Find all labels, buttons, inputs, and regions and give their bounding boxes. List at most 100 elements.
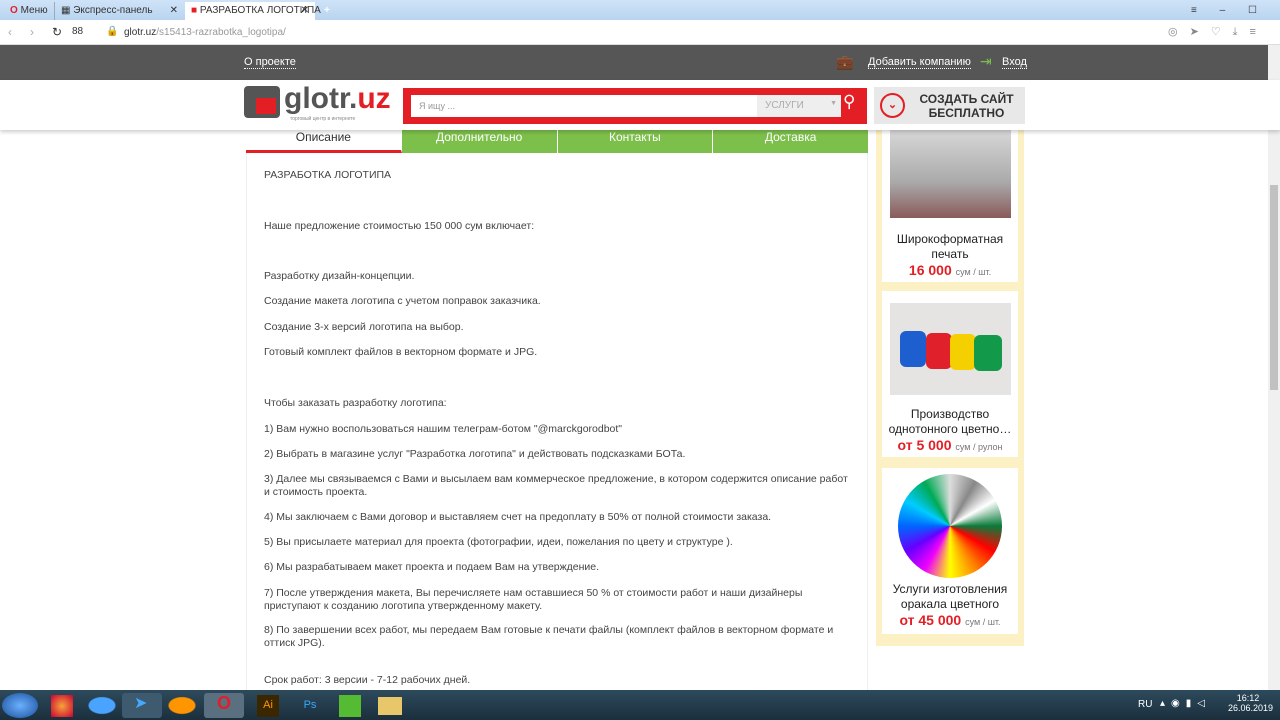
app-icon[interactable] [82, 693, 122, 718]
url-field[interactable]: glotr.uz/s15413-razrabotka_logotipa/ [124, 27, 286, 38]
content-heading: РАЗРАБОТКА ЛОГОТИПА [264, 169, 392, 181]
content-paragraph: Создание макета логотипа с учетом поправ… [264, 295, 541, 307]
content-paragraph: 1) Вам нужно воспользоваться нашим телег… [264, 423, 623, 435]
grid-icon: ▦ [61, 5, 71, 16]
content-paragraph: 3) Далее мы связываемся с Вами и высылае… [264, 473, 848, 498]
content-paragraph: Чтобы заказать разработку логотипа: [264, 397, 447, 409]
product-price: от 45 000 сум / шт. [882, 612, 1018, 628]
content-paragraph: 7) После утверждения макета, Вы перечисл… [264, 587, 803, 612]
close-icon[interactable]: ✕ [170, 5, 178, 16]
content-paragraph: Готовый комплект файлов в векторном форм… [264, 346, 538, 358]
category-select[interactable]: УСЛУГИ ▼ [757, 95, 841, 117]
product-title: Широкоформатная печать [896, 232, 1004, 261]
search-bar: Я ищу ... УСЛУГИ ▼ ⚲ [403, 88, 867, 124]
chevron-down-icon: ▼ [830, 100, 837, 107]
content-paragraph: Наше предложение стоимостью 150 000 сум … [264, 220, 535, 232]
search-icon[interactable]: ⚲ [843, 92, 855, 112]
price-unit: сум / шт. [965, 617, 1001, 627]
tab-active[interactable]: ■ РАЗРАБОТКА ЛОГОТИПА ✕ [185, 2, 321, 20]
scrollbar[interactable] [1268, 45, 1280, 690]
tab-additional[interactable]: Дополнительно [401, 126, 558, 153]
opera-icon: O [10, 5, 18, 16]
login-icon: ⇥ [980, 53, 992, 69]
product-price: от 5 000 сум / рулон [882, 437, 1018, 453]
product-image [889, 128, 1011, 218]
price-value: 16 000 [908, 262, 952, 278]
chevron-down-icon: ⌄ [880, 93, 905, 118]
tab-label: Экспресс-панель [73, 5, 153, 16]
sidebar-products: Широкоформатная печать 16 000 сум / шт. … [876, 116, 1024, 646]
forward-icon[interactable]: › [30, 25, 34, 39]
product-image [898, 474, 1002, 578]
back-icon[interactable]: ‹ [8, 25, 12, 39]
price-value: от 45 000 [899, 612, 962, 628]
illustrator-icon[interactable]: Ai [248, 693, 288, 718]
category-value: УСЛУГИ [765, 100, 804, 111]
speed-dial-icon[interactable]: 88 [72, 26, 83, 37]
add-company-link[interactable]: Добавить компанию [868, 56, 971, 69]
new-tab-button[interactable]: + [318, 2, 336, 20]
about-link[interactable]: О проекте [244, 56, 296, 69]
content-paragraph: 4) Мы заключаем с Вами договор и выставл… [264, 511, 772, 523]
telegram-icon[interactable]: ➤ [122, 693, 162, 718]
time: 16:12 [1236, 693, 1260, 703]
content-paragraph: 6) Мы разрабатываем макет проекта и пода… [264, 561, 600, 573]
app-icon[interactable] [330, 693, 370, 718]
language-indicator[interactable]: RU [1138, 699, 1152, 710]
chrome-app-icon[interactable] [42, 693, 82, 718]
tray-icons[interactable]: ▴◉▮◁ [1160, 698, 1211, 709]
product-card[interactable]: Производство однотонного цветно… от 5 00… [882, 291, 1018, 457]
window-controls[interactable]: ≡ – ☐ ✕ [1185, 2, 1280, 20]
login-link[interactable]: Вход [1002, 56, 1027, 69]
explorer-icon[interactable] [370, 693, 410, 718]
logo-mark [244, 86, 280, 118]
page-tabs: Описание Дополнительно Контакты Доставка [246, 126, 868, 153]
firefox-icon[interactable] [162, 693, 202, 718]
content-paragraph: 8) По завершении всех работ, мы передаем… [264, 624, 834, 649]
browser-toolbar-icons[interactable]: ◎➤♡⤓≡ [1168, 25, 1268, 39]
url-domain: glotr.uz [124, 27, 157, 38]
price-unit: сум / рулон [955, 442, 1003, 452]
price-value: от 5 000 [897, 437, 952, 453]
url-path: /s15413-razrabotka_logotipa/ [156, 27, 286, 38]
create-site-label: СОЗДАТЬ САЙТ БЕСПЛАТНО [919, 92, 1014, 120]
search-input[interactable]: Я ищу ... [411, 95, 757, 117]
clock[interactable]: 16:12 26.06.2019 [1228, 693, 1273, 713]
opera-menu-button[interactable]: O Меню [4, 2, 54, 20]
scrollbar-thumb[interactable] [1270, 185, 1278, 390]
product-price: 16 000 сум / шт. [882, 262, 1018, 278]
logo-text: glotr.uz [284, 82, 391, 115]
content-paragraph: Создание 3-х версий логотипа на выбор. [264, 321, 464, 333]
tab-express-panel[interactable]: ▦ Экспресс-панель ✕ [54, 2, 184, 20]
taskbar: ➤ O Ai Ps RU ▴◉▮◁ 16:12 26.06.2019 [0, 690, 1280, 720]
product-image [889, 303, 1011, 395]
content-paragraph: 2) Выбрать в магазине услуг "Разработка … [264, 448, 686, 460]
content-paragraph: Срок работ: 3 версии - 7-12 рабочих дней… [264, 674, 471, 686]
tab-description[interactable]: Описание [246, 126, 402, 153]
address-bar: ‹ › ↻ 88 🔒 glotr.uz/s15413-razrabotka_lo… [0, 20, 1280, 45]
add-company-icon: 💼 [836, 54, 854, 70]
product-card[interactable]: Услуги изготовления оракала цветного от … [882, 468, 1018, 634]
reload-icon[interactable]: ↻ [52, 25, 62, 39]
product-title: Услуги изготовления оракала цветного [892, 582, 1008, 611]
top-bar: О проекте 💼 Добавить компанию ⇥ Вход [0, 45, 1280, 80]
browser-tab-bar: O Меню ▦ Экспресс-панель ✕ ■ РАЗРАБОТКА Л… [0, 0, 1280, 20]
date: 26.06.2019 [1228, 703, 1274, 713]
product-title: Производство однотонного цветно… [888, 407, 1012, 436]
photoshop-icon[interactable]: Ps [290, 693, 330, 718]
menu-label: Меню [20, 5, 48, 16]
product-card[interactable]: Широкоформатная печать 16 000 сум / шт. [882, 116, 1018, 282]
create-site-button[interactable]: ⌄ СОЗДАТЬ САЙТ БЕСПЛАТНО [874, 87, 1025, 124]
logo-tagline: торговый центр в интернете [290, 116, 356, 122]
tab-delivery[interactable]: Доставка [713, 126, 868, 153]
price-unit: сум / шт. [955, 267, 992, 277]
close-icon[interactable]: ✕ [301, 5, 309, 16]
description-content: РАЗРАБОТКА ЛОГОТИПА Наше предложение сто… [246, 153, 868, 693]
opera-taskbar-icon[interactable]: O [204, 693, 244, 718]
start-button[interactable] [2, 693, 38, 718]
content-paragraph: 5) Вы присылаете материал для проекта (ф… [264, 536, 733, 548]
tab-contacts[interactable]: Контакты [557, 126, 714, 153]
content-paragraph: Разработку дизайн-концепции. [264, 270, 415, 282]
glotr-favicon: ■ [191, 5, 198, 16]
lock-icon: 🔒 [106, 26, 119, 37]
